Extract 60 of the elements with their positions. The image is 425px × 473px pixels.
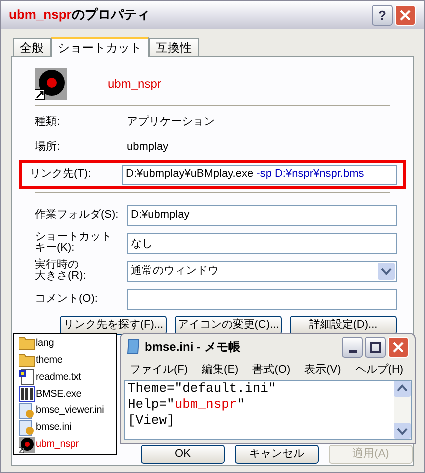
file-item[interactable]: BMSE.exe [19, 386, 116, 402]
field-label: ショートカット キー(K): [35, 232, 113, 254]
file-item[interactable]: ubm_nspr [19, 436, 116, 454]
shortcut-name: ubm_nspr [108, 76, 162, 93]
maximize-icon [370, 342, 381, 352]
file-item[interactable]: readme.txt [19, 368, 116, 386]
dialog-button[interactable]: OK [141, 445, 225, 464]
tab[interactable]: 互換性 [149, 38, 199, 56]
text-line: Help="ubm_nspr" [128, 397, 246, 413]
folder-icon [19, 353, 35, 368]
maximize-button[interactable] [365, 336, 386, 358]
settings-file-icon [19, 402, 35, 419]
text-line: [View] [128, 413, 176, 429]
info-value: アプリケーション [127, 114, 215, 130]
close-button[interactable] [388, 336, 409, 358]
notepad-icon [127, 339, 141, 355]
scroll-down-icon [394, 423, 411, 439]
file-item[interactable]: lang [19, 335, 116, 352]
link-target-value: D:¥ubmplay¥uBMplay.exe -sp D:¥nspr¥nspr.bms [126, 167, 364, 182]
scroll-up-icon [394, 381, 411, 397]
dropdown[interactable]: 通常のウィンドウ [127, 260, 397, 282]
chevron-down-icon [378, 262, 395, 280]
info-value: ubmplay [127, 140, 169, 156]
info-label: 場所: [35, 140, 62, 156]
piano-keys-icon [19, 386, 35, 402]
input-field[interactable]: D:¥ubmplay¥uBMplay.exe -sp D:¥nspr¥nspr.bms [122, 164, 397, 184]
field-label: コメント(O): [35, 294, 99, 304]
input-field[interactable]: なし [127, 232, 397, 254]
close-button[interactable] [395, 4, 416, 26]
menu-item[interactable]: ヘルプ(H) [355, 362, 404, 378]
scrollbar[interactable] [394, 381, 411, 439]
dialog-button[interactable]: キャンセル [235, 445, 319, 464]
file-item[interactable]: bmse_viewer.ini [19, 402, 116, 420]
menu-item[interactable]: ファイル(F) [130, 362, 188, 378]
menu-item[interactable]: 編集(E) [202, 362, 239, 378]
field-label: リンク先(T): [30, 167, 92, 182]
file-item[interactable]: theme [19, 352, 116, 369]
input-field[interactable]: D:¥ubmplay [127, 204, 397, 226]
tab[interactable]: 全般 [13, 38, 51, 56]
tab[interactable]: ショートカット [51, 37, 149, 57]
minimize-button[interactable] [342, 336, 363, 358]
folder-icon [19, 336, 35, 350]
close-icon [393, 342, 404, 352]
field-label: 作業フォルダ(S): [35, 210, 120, 220]
disc-shortcut-icon [35, 68, 67, 100]
field-label: 実行時の 大きさ(R): [35, 260, 88, 282]
window-title: bmse.ini - メモ帳 [145, 339, 240, 356]
window-title: ubm_nsprのプロパティ [9, 6, 151, 24]
action-button[interactable]: リンク先を探す(F)... [60, 316, 167, 335]
help-button[interactable]: ? [372, 4, 393, 26]
menu-item[interactable]: 書式(O) [252, 362, 291, 378]
info-label: 種類: [35, 115, 62, 130]
minimize-icon [348, 350, 356, 352]
settings-file-icon [19, 420, 35, 436]
close-icon [400, 10, 411, 20]
document-icon [19, 369, 35, 386]
input-field[interactable] [127, 288, 397, 310]
menu-item[interactable]: 表示(V) [304, 362, 342, 378]
text-line: Theme="default.ini" [128, 381, 278, 397]
file-item[interactable]: bmse.ini [19, 419, 116, 436]
